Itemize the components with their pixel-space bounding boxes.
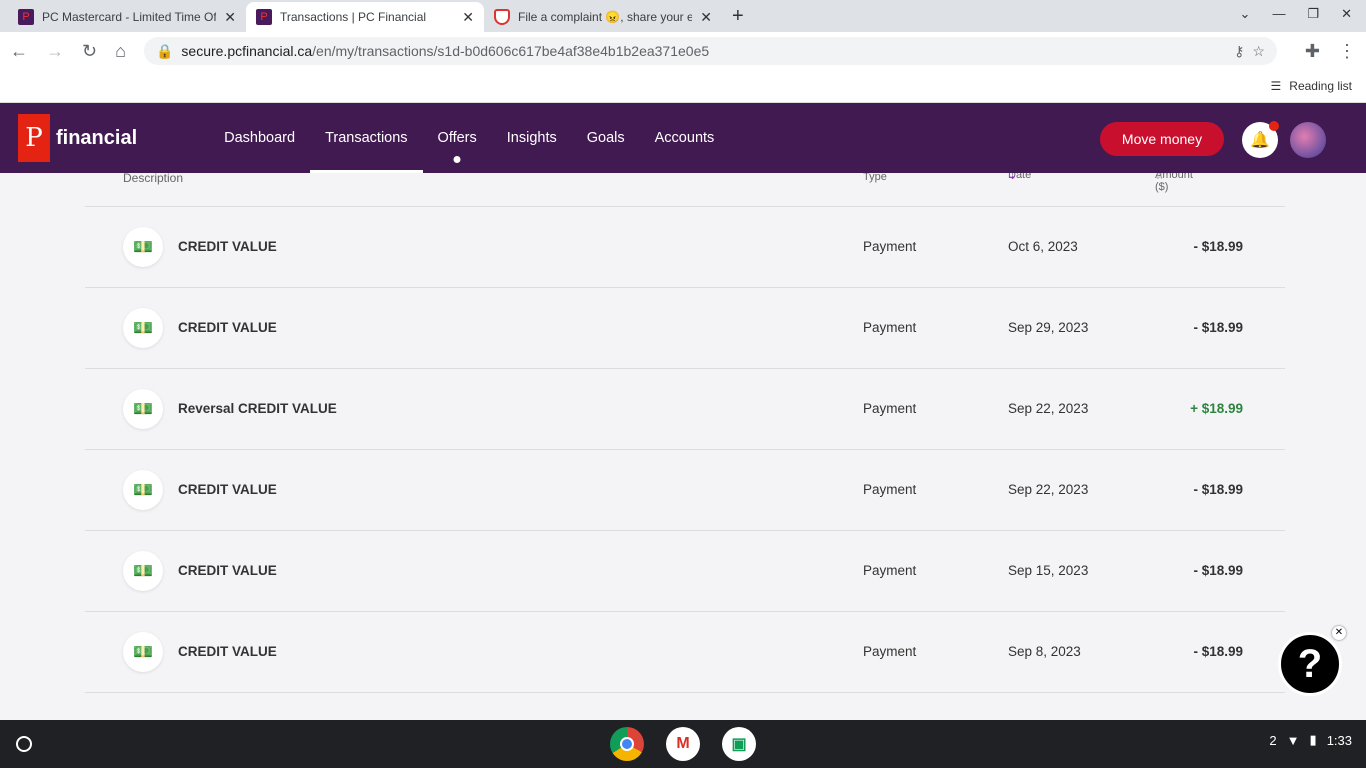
row-description: CREDIT VALUE — [178, 482, 277, 497]
header-description: Description — [123, 173, 184, 185]
pc-financial-logo[interactable]: Pfinancial — [18, 114, 137, 162]
gmail-icon[interactable]: M — [666, 727, 700, 761]
back-icon[interactable]: ← — [10, 41, 28, 62]
row-date: Sep 22, 2023 — [1008, 482, 1089, 497]
avatar[interactable] — [1290, 122, 1326, 158]
minimize-icon[interactable]: — — [1272, 6, 1285, 22]
table-row[interactable]: 💵 Reversal CREDIT VALUE Payment Sep 22, … — [85, 369, 1285, 450]
row-type: Payment — [863, 482, 917, 497]
row-type: Payment — [863, 644, 917, 659]
row-type: Payment — [863, 401, 917, 416]
extensions-icon[interactable]: ✚ — [1305, 41, 1320, 62]
reload-icon[interactable]: ↻ — [82, 41, 97, 62]
cash-icon: 💵 — [123, 308, 163, 348]
browser-tab[interactable]: P PC Mastercard - Limited Time Of ✕ — [8, 2, 246, 32]
table-header: Description Type Date ⇣ Amount ($) ⇵ — [85, 173, 1285, 207]
nav-accounts[interactable]: Accounts — [640, 103, 730, 173]
close-tab-icon[interactable]: ✕ — [700, 9, 712, 26]
clock: 1:33 — [1326, 732, 1352, 748]
row-amount: + $18.99 — [1190, 401, 1243, 416]
row-date: Oct 6, 2023 — [1008, 239, 1078, 254]
row-amount: - $18.99 — [1193, 239, 1243, 254]
pc-favicon-icon: P — [18, 9, 34, 25]
row-date: Sep 15, 2023 — [1008, 563, 1089, 578]
table-row[interactable]: 💵 CREDIT VALUE Payment Sep 22, 2023 - $1… — [85, 450, 1285, 531]
lock-icon: 🔒 — [155, 42, 174, 59]
reading-list-button[interactable]: Reading list — [1289, 79, 1352, 93]
site-nav: Pfinancial Dashboard Transactions Offers… — [0, 103, 1366, 173]
nav-transactions[interactable]: Transactions — [310, 103, 424, 173]
close-help-icon[interactable]: ✕ — [1332, 626, 1346, 640]
new-tab-button[interactable]: + — [732, 5, 744, 28]
browser-tab[interactable]: File a complaint 😠, share your e ✕ — [484, 2, 722, 32]
nav-goals[interactable]: Goals — [572, 103, 640, 173]
row-amount: - $18.99 — [1193, 644, 1243, 659]
close-tab-icon[interactable]: ✕ — [462, 9, 474, 26]
cash-icon: 💵 — [123, 227, 163, 267]
header-type: Type — [863, 173, 887, 183]
battery-icon: ▮ — [1309, 732, 1317, 747]
cash-icon: 💵 — [123, 389, 163, 429]
browser-tab-active[interactable]: P Transactions | PC Financial ✕ — [246, 2, 484, 32]
tab-strip: P PC Mastercard - Limited Time Of ✕ P Trans… — [0, 0, 1366, 32]
new-offers-dot — [453, 156, 461, 163]
row-type: Payment — [863, 239, 917, 254]
cash-icon: 💵 — [123, 551, 163, 591]
forward-icon[interactable]: → — [46, 41, 64, 62]
nav-dashboard[interactable]: Dashboard — [209, 103, 310, 173]
restore-icon[interactable]: ❐ — [1307, 6, 1319, 22]
cash-icon: 💵 — [123, 470, 163, 510]
move-money-button[interactable]: Move money — [1100, 122, 1224, 156]
table-row[interactable]: 💵 CREDIT VALUE Payment Sep 29, 2023 - $1… — [85, 288, 1285, 369]
notification-badge — [1269, 121, 1279, 131]
transactions-table: Description Type Date ⇣ Amount ($) ⇵ 💵 C… — [0, 173, 1366, 720]
table-row[interactable]: 💵 CREDIT VALUE Payment Sep 8, 2023 - $18… — [85, 612, 1285, 693]
classroom-icon[interactable]: ▣ — [722, 727, 756, 761]
table-row[interactable]: 💵 CREDIT VALUE Payment Sep 15, 2023 - $1… — [85, 531, 1285, 612]
tab-search-icon[interactable]: ⌄ — [1240, 6, 1251, 22]
row-amount: - $18.99 — [1193, 563, 1243, 578]
table-row[interactable]: 💵 CREDIT VALUE Payment Oct 6, 2023 - $18… — [85, 207, 1285, 288]
bookmarks-bar: ☰ Reading list — [0, 70, 1366, 103]
row-description: CREDIT VALUE — [178, 320, 277, 335]
notification-count: 2 — [1269, 732, 1277, 748]
row-type: Payment — [863, 563, 917, 578]
status-tray[interactable]: 2 ▼ ▮ 1:33 — [1269, 732, 1352, 748]
row-amount: - $18.99 — [1193, 320, 1243, 335]
pc-favicon-icon: P — [256, 9, 272, 25]
row-type: Payment — [863, 320, 917, 335]
home-icon[interactable]: ⌂ — [115, 41, 126, 62]
launcher-icon[interactable] — [16, 736, 32, 752]
address-bar[interactable]: 🔒 secure.pcfinancial.ca/en/my/transaction… — [143, 37, 1277, 65]
sort-desc-icon: ⇣ — [1008, 173, 1018, 182]
nav-offers[interactable]: Offers — [423, 103, 492, 173]
menu-icon[interactable]: ⋮ — [1338, 41, 1356, 62]
row-date: Sep 8, 2023 — [1008, 644, 1081, 659]
sort-icon: ⇵ — [1155, 173, 1165, 182]
row-date: Sep 29, 2023 — [1008, 320, 1089, 335]
pc-logo-icon: P — [18, 114, 50, 162]
chrome-icon[interactable] — [610, 727, 644, 761]
os-shelf: M ▣ 2 ▼ ▮ 1:33 — [0, 720, 1366, 768]
row-description: Reversal CREDIT VALUE — [178, 401, 337, 416]
close-tab-icon[interactable]: ✕ — [224, 9, 236, 26]
shield-favicon-icon — [494, 9, 510, 25]
reading-list-icon: ☰ — [1270, 79, 1282, 93]
row-date: Sep 22, 2023 — [1008, 401, 1089, 416]
key-icon[interactable]: ⚷ — [1234, 43, 1244, 60]
browser-toolbar: ← → ↻ ⌂ 🔒 secure.pcfinancial.ca/en/my/tra… — [0, 32, 1366, 70]
bookmark-star-icon[interactable]: ☆ — [1252, 43, 1265, 60]
nav-insights[interactable]: Insights — [492, 103, 572, 173]
row-description: CREDIT VALUE — [178, 563, 277, 578]
wifi-icon: ▼ — [1286, 732, 1300, 748]
cash-icon: 💵 — [123, 632, 163, 672]
notifications-bell-icon[interactable]: 🔔 — [1242, 121, 1279, 158]
row-description: CREDIT VALUE — [178, 239, 277, 254]
close-window-icon[interactable]: ✕ — [1341, 6, 1352, 22]
row-amount: - $18.99 — [1193, 482, 1243, 497]
help-chat-button[interactable]: ? — [1278, 632, 1342, 696]
row-description: CREDIT VALUE — [178, 644, 277, 659]
